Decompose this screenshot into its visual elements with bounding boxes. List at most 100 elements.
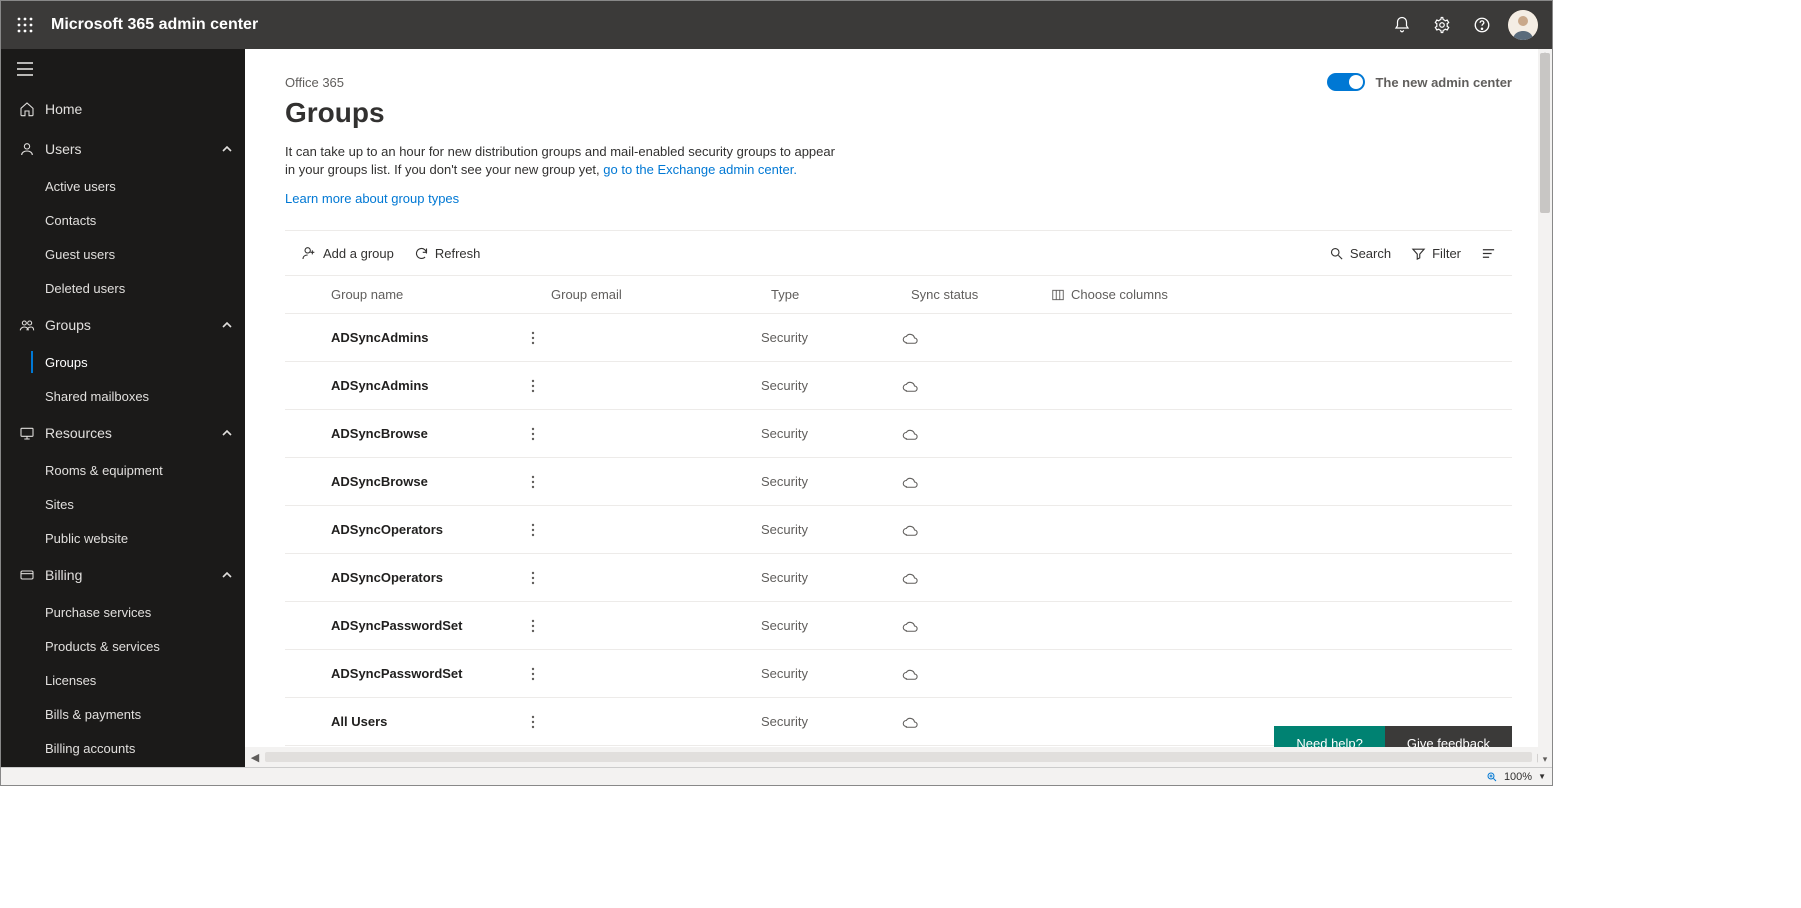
zoom-icon[interactable] xyxy=(1486,771,1498,783)
row-more-icon[interactable] xyxy=(531,427,535,441)
groups-table: Group name Group email Type Sync status … xyxy=(285,276,1512,746)
main-content: Office 365 The new admin center Groups I… xyxy=(245,49,1552,767)
chevron-up-icon xyxy=(221,427,233,439)
nav-label: Users xyxy=(45,141,82,157)
intro-text: It can take up to an hour for new distri… xyxy=(285,143,845,179)
group-type-cell: Security xyxy=(761,714,901,729)
settings-icon[interactable] xyxy=(1422,5,1462,45)
row-more-icon[interactable] xyxy=(531,667,535,681)
table-row[interactable]: ADSyncPasswordSetSecurity xyxy=(285,650,1512,698)
nav-rooms[interactable]: Rooms & equipment xyxy=(1,453,245,487)
nav-label: Billing xyxy=(45,567,82,583)
nav-sites[interactable]: Sites xyxy=(1,487,245,521)
resources-icon xyxy=(17,425,37,441)
sync-status-icon xyxy=(901,667,1061,681)
nav-shared-mailboxes[interactable]: Shared mailboxes xyxy=(1,379,245,413)
group-name-cell: ADSyncBrowse xyxy=(331,426,531,441)
table-row[interactable]: ADSyncAdmins Security xyxy=(285,362,1512,410)
nav-label: Resources xyxy=(45,425,112,441)
app-title: Microsoft 365 admin center xyxy=(51,16,258,34)
refresh-button[interactable]: Refresh xyxy=(404,231,491,275)
group-type-cell: Security xyxy=(761,426,901,441)
nav-purchase-services[interactable]: Purchase services xyxy=(1,595,245,629)
vertical-scrollbar[interactable]: ▴ ▾ xyxy=(1538,49,1552,767)
nav-products-services[interactable]: Products & services xyxy=(1,629,245,663)
groups-icon xyxy=(17,317,37,333)
billing-icon xyxy=(17,567,37,583)
new-admin-center-toggle[interactable] xyxy=(1327,73,1365,91)
nav-label: Home xyxy=(45,101,82,117)
row-more-icon[interactable] xyxy=(531,571,535,585)
table-row[interactable]: ADSyncOperatorsSecurity xyxy=(285,554,1512,602)
sidebar: Home Users Active users Contacts Guest u… xyxy=(1,49,245,767)
sync-status-icon xyxy=(901,379,1061,393)
group-name-cell: ADSyncOperators xyxy=(331,522,531,537)
learn-more-link[interactable]: Learn more about group types xyxy=(285,191,459,206)
col-group-email[interactable]: Group email xyxy=(551,287,771,302)
page-title: Groups xyxy=(285,97,1512,129)
horizontal-scrollbar[interactable]: ◀ ▶ xyxy=(245,747,1552,767)
zoom-dropdown-icon[interactable]: ▼ xyxy=(1538,772,1546,781)
user-avatar[interactable] xyxy=(1508,10,1538,40)
chevron-up-icon xyxy=(221,569,233,581)
table-row[interactable]: ADSyncOperators Security xyxy=(285,506,1512,554)
table-row[interactable]: ADSyncBrowseSecurity xyxy=(285,458,1512,506)
row-more-icon[interactable] xyxy=(531,715,535,729)
list-options-button[interactable] xyxy=(1471,231,1506,275)
group-type-cell: Security xyxy=(761,522,901,537)
scroll-left-icon[interactable]: ◀ xyxy=(245,751,265,764)
sync-status-icon xyxy=(901,475,1061,489)
col-group-name[interactable]: Group name xyxy=(331,287,551,302)
sync-status-icon xyxy=(901,427,1061,441)
table-row[interactable]: ADSyncAdminsSecurity xyxy=(285,314,1512,362)
row-more-icon[interactable] xyxy=(531,523,535,537)
table-row[interactable]: ADSyncPasswordSetSecurity xyxy=(285,602,1512,650)
zoom-level: 100% xyxy=(1504,771,1532,783)
row-more-icon[interactable] xyxy=(531,475,535,489)
nav-licenses[interactable]: Licenses xyxy=(1,663,245,697)
toggle-label: The new admin center xyxy=(1375,75,1512,90)
group-name-cell: All Users xyxy=(331,714,531,729)
row-more-icon[interactable] xyxy=(531,379,535,393)
group-type-cell: Security xyxy=(761,570,901,585)
app-launcher-icon[interactable] xyxy=(9,9,41,41)
list-icon xyxy=(1481,246,1496,261)
row-more-icon[interactable] xyxy=(531,331,535,345)
nav-billing[interactable]: Billing xyxy=(1,555,245,595)
notifications-icon[interactable] xyxy=(1382,5,1422,45)
nav-deleted-users[interactable]: Deleted users xyxy=(1,271,245,305)
sync-status-icon xyxy=(901,571,1061,585)
group-name-cell: ADSyncPasswordSet xyxy=(331,666,531,681)
group-name-cell: ADSyncAdmins xyxy=(331,378,531,393)
filter-button[interactable]: Filter xyxy=(1401,231,1471,275)
nav-home[interactable]: Home xyxy=(1,89,245,129)
col-type[interactable]: Type xyxy=(771,287,911,302)
nav-bills-payments[interactable]: Bills & payments xyxy=(1,697,245,731)
nav-payment-methods[interactable]: Payment methods xyxy=(1,765,245,767)
row-more-icon[interactable] xyxy=(531,619,535,633)
search-icon xyxy=(1329,246,1344,261)
group-name-cell: ADSyncAdmins xyxy=(331,330,531,345)
nav-groups[interactable]: Groups xyxy=(1,305,245,345)
help-icon[interactable] xyxy=(1462,5,1502,45)
choose-columns-button[interactable]: Choose columns xyxy=(1051,287,1231,302)
sync-status-icon xyxy=(901,523,1061,537)
table-row[interactable]: ADSyncBrowse Security xyxy=(285,410,1512,458)
add-user-icon xyxy=(301,245,317,261)
add-group-button[interactable]: Add a group xyxy=(291,231,404,275)
nav-billing-accounts[interactable]: Billing accounts xyxy=(1,731,245,765)
group-type-cell: Security xyxy=(761,378,901,393)
nav-toggle-icon[interactable] xyxy=(1,49,245,89)
nav-groups-groups[interactable]: Groups xyxy=(1,345,245,379)
nav-active-users[interactable]: Active users xyxy=(1,169,245,203)
nav-public-website[interactable]: Public website xyxy=(1,521,245,555)
search-button[interactable]: Search xyxy=(1319,231,1401,275)
sync-status-icon xyxy=(901,619,1061,633)
exchange-admin-link[interactable]: go to the Exchange admin center. xyxy=(603,162,797,177)
col-sync-status[interactable]: Sync status xyxy=(911,287,1051,302)
nav-contacts[interactable]: Contacts xyxy=(1,203,245,237)
group-type-cell: Security xyxy=(761,474,901,489)
nav-users[interactable]: Users xyxy=(1,129,245,169)
nav-guest-users[interactable]: Guest users xyxy=(1,237,245,271)
nav-resources[interactable]: Resources xyxy=(1,413,245,453)
